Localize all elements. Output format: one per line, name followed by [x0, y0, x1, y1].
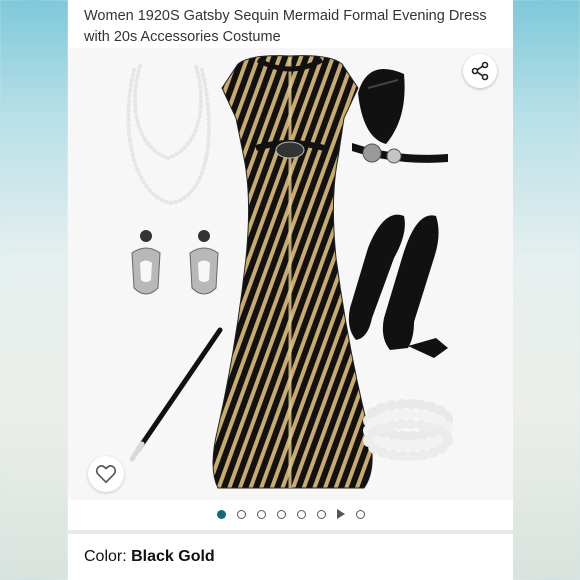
gallery-dot-4[interactable] [276, 509, 286, 519]
heart-icon [95, 465, 117, 484]
favorite-button[interactable] [88, 456, 124, 492]
color-label: Color: [84, 548, 132, 565]
gallery-dot-5[interactable] [296, 509, 306, 519]
gallery-dot-1[interactable] [216, 509, 226, 519]
share-icon [471, 61, 489, 81]
gallery-pagination [68, 504, 513, 524]
earrings-image [131, 230, 219, 295]
color-value: Black Gold [131, 548, 215, 565]
cigarette-holder-image [129, 327, 223, 462]
gallery-dot-3[interactable] [256, 509, 266, 519]
product-image-gallery[interactable] [68, 48, 513, 500]
product-card: Women 1920S Gatsby Sequin Mermaid Formal… [68, 0, 513, 580]
sequin-dress-image [212, 55, 373, 489]
gallery-dot-2[interactable] [236, 509, 246, 519]
gallery-dot-6[interactable] [316, 509, 326, 519]
feather-headband-image [352, 68, 448, 164]
product-image [126, 55, 453, 489]
background-left [0, 0, 68, 580]
share-button[interactable] [463, 54, 497, 88]
background-right [512, 0, 580, 580]
video-play-icon[interactable] [336, 509, 345, 519]
pearl-bracelet-image [363, 399, 453, 461]
color-variation: Color: Black Gold [84, 548, 215, 566]
black-gloves-image [348, 214, 448, 358]
gallery-dot-7[interactable] [355, 509, 365, 519]
product-title: Women 1920S Gatsby Sequin Mermaid Formal… [84, 8, 487, 45]
pearl-necklace-image [126, 64, 211, 206]
divider [68, 530, 513, 534]
